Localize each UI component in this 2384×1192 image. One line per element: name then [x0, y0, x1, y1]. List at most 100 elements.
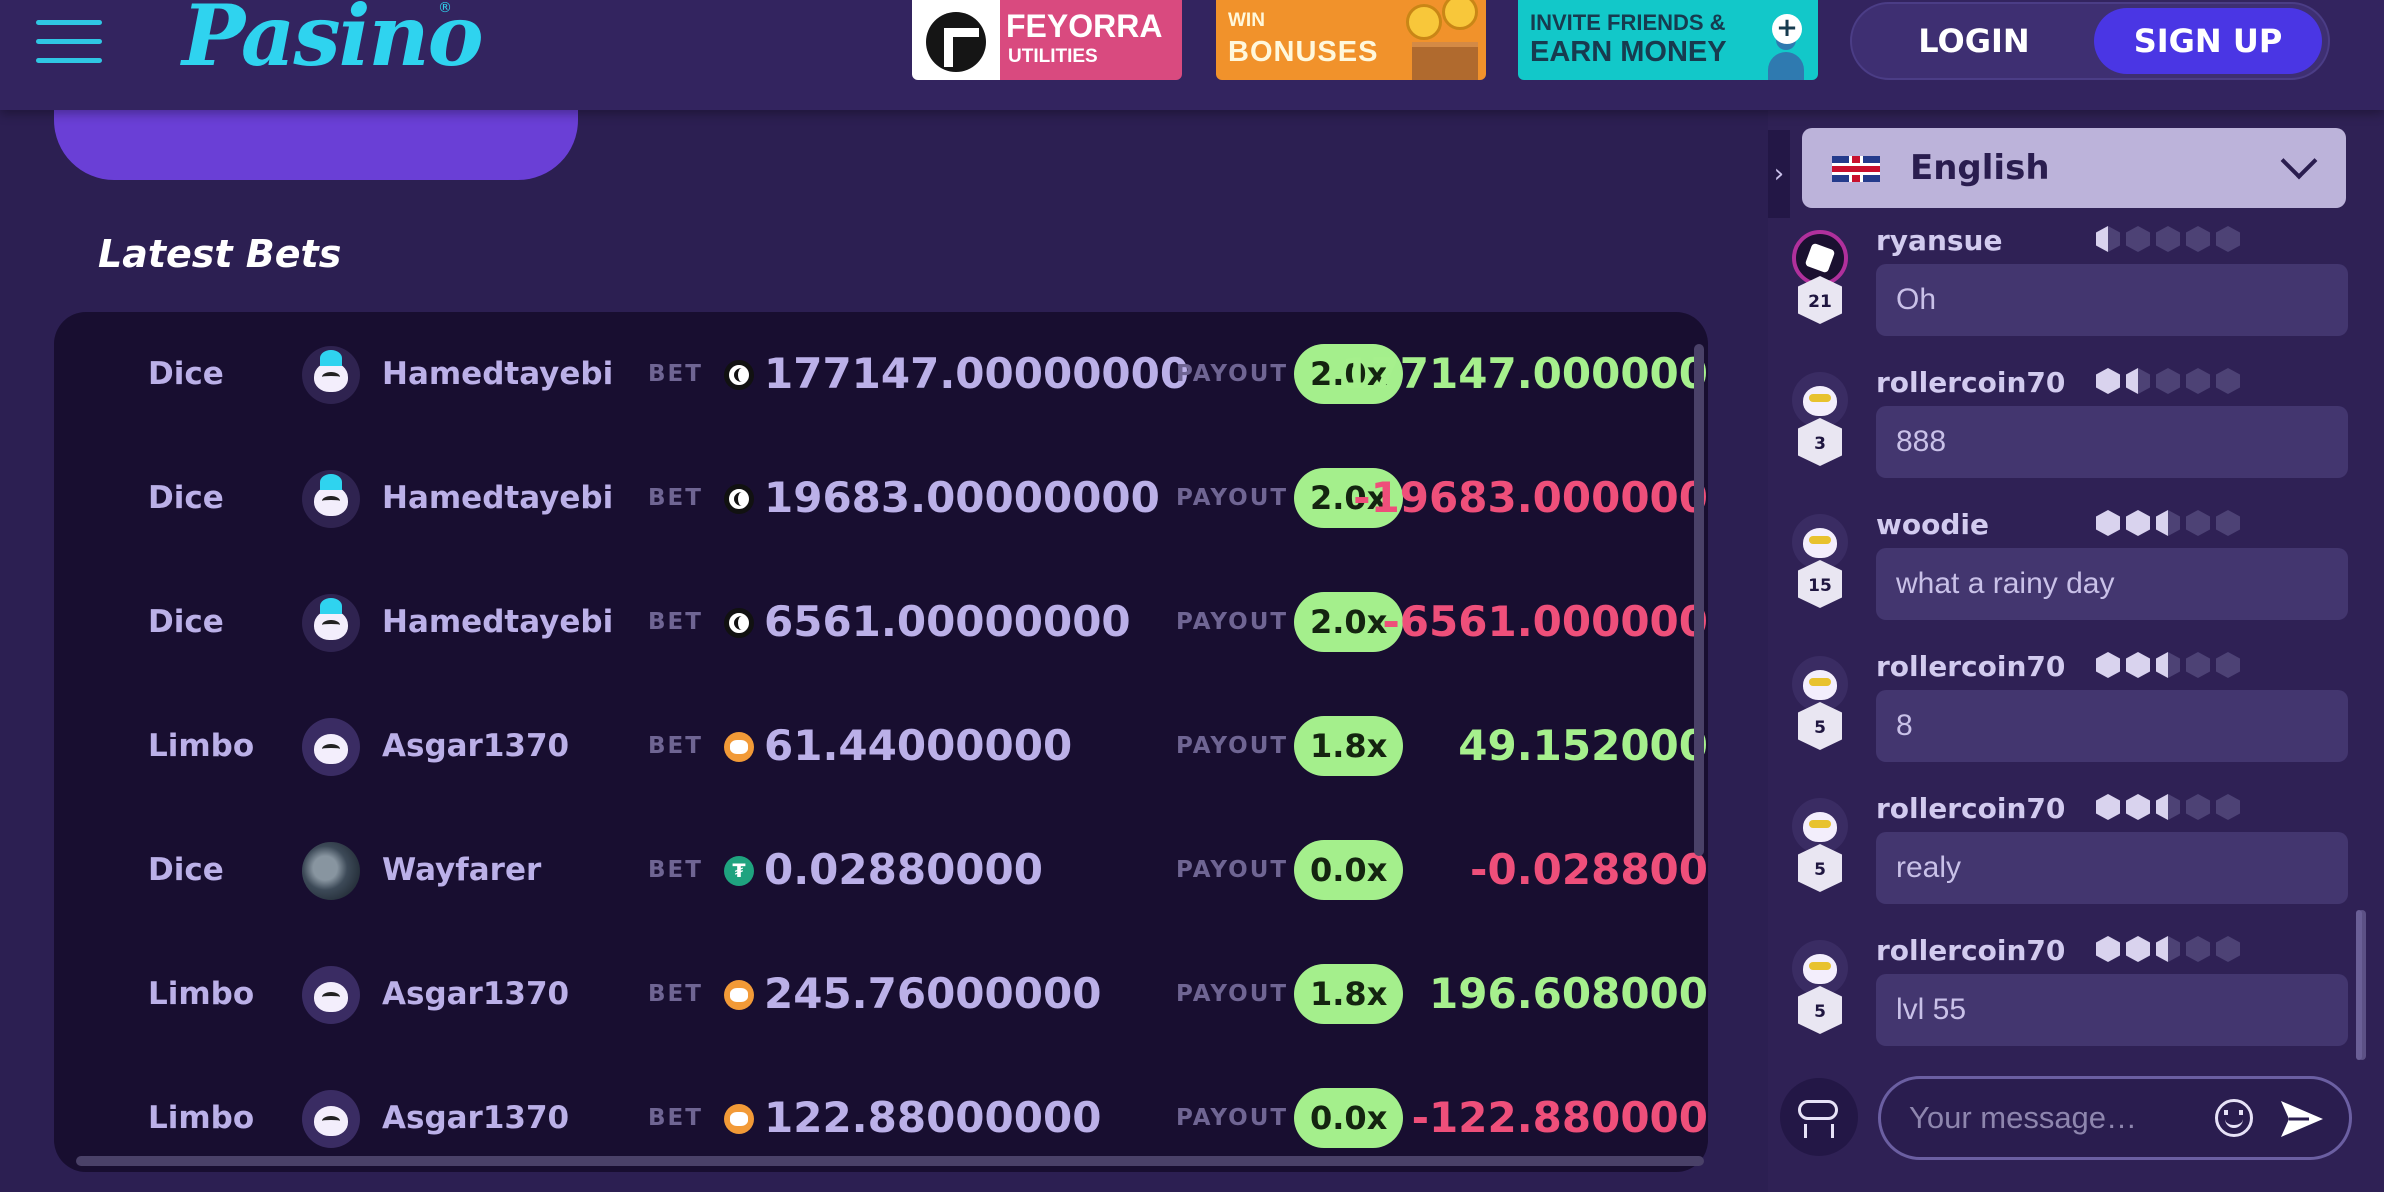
bets-vertical-scrollbar[interactable] [1694, 344, 1704, 856]
user-avatar[interactable] [302, 594, 360, 652]
chat-message: 5 rollercoin70 lvl 55 [1778, 934, 2368, 1074]
chat-username[interactable]: rollercoin70 [1876, 366, 2065, 399]
language-select[interactable]: English [1802, 128, 2346, 208]
user-avatar[interactable] [302, 346, 360, 404]
chat-message: 5 rollercoin70 8 [1778, 650, 2368, 790]
bet-username[interactable]: Hamedtayebi [382, 560, 613, 684]
chat-message-input[interactable] [1909, 1079, 2209, 1157]
bet-row[interactable]: Dice Wayfarer BET ₮ 0.02880000 PAYOUT 0.0x -0.0… [54, 808, 1708, 932]
bet-game[interactable]: Limbo [148, 932, 254, 1056]
level-star-icon [2216, 652, 2240, 678]
level-star-icon [2096, 652, 2120, 678]
chat-username[interactable]: rollercoin70 [1876, 934, 2065, 967]
payout-amount: -6561.000000 [1382, 597, 1708, 646]
level-star-icon [2156, 652, 2180, 678]
signup-button[interactable]: SIGN UP [2094, 8, 2322, 74]
bet-amount: 177147.00000000 [764, 349, 1190, 398]
bet-username[interactable]: Hamedtayebi [382, 436, 613, 560]
level-badge: 21 [1798, 276, 1842, 324]
bet-row[interactable]: Dice Hamedtayebi BET 6561.00000000 PAYOUT 2.0… [54, 560, 1708, 684]
emoji-icon[interactable] [2215, 1099, 2253, 1137]
bet-row[interactable]: Limbo Asgar1370 BET 61.44000000 PAYOUT 1.8x 49… [54, 684, 1708, 808]
level-star-icon [2126, 936, 2150, 962]
level-star-icon [2126, 510, 2150, 536]
logo-registered-mark: ® [438, 0, 452, 16]
send-icon[interactable] [2279, 1099, 2325, 1139]
pasino-logo[interactable]: Pasino [182, 0, 484, 85]
bets-horizontal-scrollbar[interactable] [76, 1156, 1704, 1166]
level-star-icon [2096, 226, 2120, 252]
bet-username[interactable]: Wayfarer [382, 808, 541, 932]
level-star-icon [2156, 368, 2180, 394]
level-star-icon [2156, 226, 2180, 252]
bet-row[interactable]: Dice Hamedtayebi BET 19683.00000000 PAYOUT 2.… [54, 436, 1708, 560]
bet-game[interactable]: Dice [148, 808, 224, 932]
bet-game[interactable]: Limbo [148, 684, 254, 808]
chat-username[interactable]: ryansue [1876, 224, 2002, 257]
rain-button[interactable] [1780, 1078, 1858, 1156]
chat-username[interactable]: rollercoin70 [1876, 650, 2065, 683]
bet-game[interactable]: Limbo [148, 1056, 254, 1172]
auth-buttons: LOGIN SIGN UP [1850, 2, 2330, 80]
bet-row[interactable]: Limbo Asgar1370 BET 122.88000000 PAYOUT 0.0x -… [54, 1056, 1708, 1172]
user-level-stars [2096, 936, 2246, 964]
tether-coin-icon: ₮ [724, 856, 754, 886]
level-star-icon [2126, 794, 2150, 820]
page-scrollbar[interactable] [2356, 910, 2362, 1060]
win-bonuses-banner[interactable]: WIN BONUSES [1216, 0, 1486, 80]
bet-game[interactable]: Dice [148, 312, 224, 436]
top-header: Pasino ® FEYORRA UTILITIES WIN BONUSES I… [0, 0, 2384, 110]
moon-coin-icon [724, 608, 754, 638]
bet-username[interactable]: Asgar1370 [382, 1056, 569, 1172]
bet-amount: 19683.00000000 [764, 473, 1160, 522]
bet-game[interactable]: Dice [148, 436, 224, 560]
bet-amount: 245.76000000 [764, 969, 1102, 1018]
level-badge: 15 [1798, 560, 1842, 608]
chat-message-text: 8 [1876, 690, 2348, 762]
level-star-icon [2186, 936, 2210, 962]
bet-row[interactable]: Dice Hamedtayebi BET 177147.00000000 PAYOUT 2… [54, 312, 1708, 436]
user-avatar[interactable] [302, 842, 360, 900]
bull-coin-icon [724, 1104, 754, 1134]
user-avatar[interactable] [302, 718, 360, 776]
treasure-box-icon [1412, 42, 1478, 80]
user-level-stars [2096, 510, 2246, 538]
payout-multiplier-badge: 1.8x [1294, 964, 1404, 1024]
bet-username[interactable]: Asgar1370 [382, 684, 569, 808]
level-star-icon [2186, 794, 2210, 820]
level-star-icon [2096, 368, 2120, 394]
uk-flag-icon [1832, 156, 1880, 182]
bet-row[interactable]: Limbo Asgar1370 BET 245.76000000 PAYOUT 1.8x 1… [54, 932, 1708, 1056]
chat-username[interactable]: rollercoin70 [1876, 792, 2065, 825]
invite-friends-banner[interactable]: INVITE FRIENDS & EARN MONEY + [1518, 0, 1818, 80]
bull-coin-icon [724, 980, 754, 1010]
payout-label: PAYOUT [1176, 733, 1289, 759]
bet-label: BET [648, 857, 703, 883]
level-star-icon [2186, 226, 2210, 252]
bet-label: BET [648, 981, 703, 1007]
cloud-rain-icon [1798, 1100, 1838, 1120]
feyorra-title: FEYORRA [1006, 8, 1163, 44]
chat-input-box [1878, 1076, 2352, 1160]
bet-game[interactable]: Dice [148, 560, 224, 684]
bet-label: BET [648, 361, 703, 387]
user-avatar[interactable] [302, 1090, 360, 1148]
user-avatar[interactable] [302, 470, 360, 528]
feyorra-subtitle: UTILITIES [1008, 46, 1098, 67]
latest-bets-title: Latest Bets [98, 232, 342, 276]
bet-label: BET [648, 609, 703, 635]
chat-username[interactable]: woodie [1876, 508, 1989, 541]
user-avatar[interactable] [302, 966, 360, 1024]
bet-username[interactable]: Hamedtayebi [382, 312, 613, 436]
level-badge: 5 [1798, 702, 1842, 750]
level-star-icon [2156, 510, 2180, 536]
level-star-icon [2096, 794, 2120, 820]
login-button[interactable]: LOGIN [1860, 8, 2088, 74]
payout-amount: -122.880000 [1411, 1093, 1708, 1142]
bet-amount: 122.88000000 [764, 1093, 1102, 1142]
payout-multiplier-badge: 0.0x [1294, 840, 1404, 900]
feyorra-utilities-banner[interactable]: FEYORRA UTILITIES [912, 0, 1182, 80]
chat-collapse-chevron-icon[interactable]: › [1768, 130, 1790, 218]
hamburger-menu-icon[interactable] [36, 20, 102, 64]
bet-username[interactable]: Asgar1370 [382, 932, 569, 1056]
